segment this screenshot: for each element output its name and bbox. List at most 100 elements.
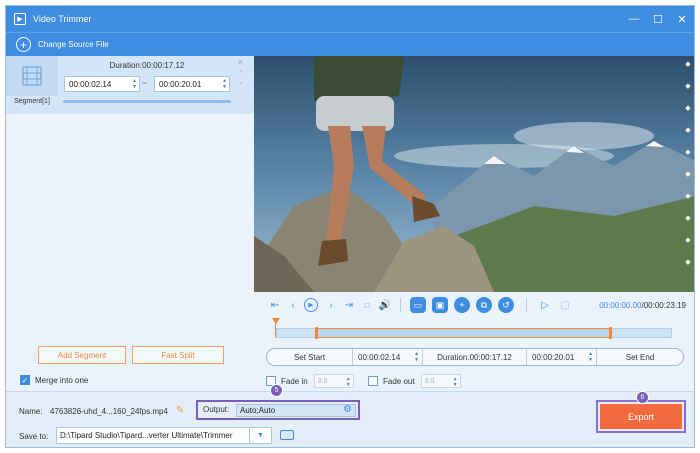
- chevron-down-icon[interactable]: ▼: [249, 428, 271, 443]
- merge-into-one-row[interactable]: ✓ Merge into one: [20, 375, 88, 385]
- segment-start-value: 00:00:02.14: [69, 79, 112, 89]
- add-segment-icon[interactable]: +: [454, 297, 470, 313]
- fade-out-stepper-icon[interactable]: ▲ ▼: [453, 376, 458, 388]
- video-trimmer-window: ▶ Video Trimmer — ☐ ✕ + Change Source Fi…: [5, 5, 695, 448]
- start-time-stepper-icon[interactable]: ▲ ▼: [414, 351, 419, 363]
- divider: [526, 298, 527, 312]
- output-settings-field[interactable]: Auto;Auto ⚙: [236, 404, 356, 417]
- file-name: 4763826-uhd_4...160_24fps.mp4: [50, 407, 168, 416]
- side-tool-icon[interactable]: ◆: [682, 258, 694, 280]
- merge-label: Merge into one: [35, 375, 89, 385]
- end-time-stepper-icon[interactable]: ▲ ▼: [588, 351, 593, 363]
- maximize-icon[interactable]: ☐: [646, 6, 670, 32]
- side-tool-icon[interactable]: ◆: [682, 148, 694, 170]
- fast-split-button[interactable]: Fast Split: [132, 346, 224, 364]
- preview-side-tools: ◆ ◆ ◆ ◆ ◆ ◆ ◆ ◆ ◆ ◆: [682, 60, 694, 280]
- toolbar: + Change Source File: [6, 32, 694, 56]
- segment-end-value: 00:00:20.01: [159, 79, 202, 89]
- merge-checkbox[interactable]: ✓: [20, 375, 30, 385]
- copy-segment-icon[interactable]: ▭: [410, 297, 426, 313]
- segment-panel: Segment[1] Duration:00:00:17.12 00:00:02…: [6, 56, 254, 391]
- set-start-button[interactable]: Set Start: [267, 349, 353, 365]
- segment-duration: Duration:00:00:17.12: [109, 61, 185, 70]
- start-stepper-icon[interactable]: ▲ ▼: [132, 78, 137, 90]
- segment-down-icon[interactable]: ⌄: [238, 78, 244, 86]
- skip-start-icon[interactable]: ⇤: [268, 298, 282, 312]
- segment-close-icon[interactable]: ✕: [237, 58, 244, 67]
- open-folder-icon[interactable]: [280, 430, 294, 440]
- range-separator: ~: [142, 78, 148, 88]
- side-tool-icon[interactable]: ◆: [682, 60, 694, 82]
- segment-item[interactable]: Segment[1] Duration:00:00:17.12 00:00:02…: [6, 56, 254, 114]
- set-end-button[interactable]: Set End: [597, 349, 683, 365]
- playhead-marker[interactable]: [272, 318, 280, 324]
- edit-name-icon[interactable]: ✎: [176, 405, 184, 416]
- fade-out-label: Fade out: [383, 376, 415, 386]
- end-time-value: 00:00:20.01: [532, 352, 575, 362]
- trim-setbar: Set Start 00:00:02.14 ▲ ▼ Duration:00:00:…: [266, 348, 684, 366]
- app-logo-icon: ▶: [14, 13, 26, 25]
- fade-out-input[interactable]: 3.0 ▲ ▼: [420, 374, 461, 388]
- stop-icon[interactable]: □: [360, 298, 374, 312]
- minimize-icon[interactable]: —: [622, 6, 646, 32]
- volume-icon[interactable]: 🔊: [378, 298, 392, 312]
- end-handle[interactable]: [609, 327, 612, 339]
- gear-icon[interactable]: ⚙: [343, 404, 352, 415]
- side-tool-icon[interactable]: ◆: [682, 192, 694, 214]
- duplicate-icon[interactable]: ⧉: [476, 297, 492, 313]
- export-frame-icon[interactable]: ▢: [558, 298, 572, 312]
- segment-up-icon[interactable]: ⌃: [238, 69, 244, 77]
- add-circle-icon[interactable]: +: [16, 37, 31, 52]
- end-time-input[interactable]: 00:00:20.01 ▲ ▼: [527, 349, 597, 365]
- snapshot-icon[interactable]: ▣: [432, 297, 448, 313]
- output-value: Auto;Auto: [240, 406, 276, 415]
- side-tool-icon[interactable]: ◆: [682, 214, 694, 236]
- output-highlight-box: Output: Auto;Auto ⚙: [196, 400, 360, 420]
- side-tool-icon[interactable]: ◆: [682, 236, 694, 258]
- fade-out-checkbox[interactable]: [368, 376, 378, 386]
- segment-thumbnail: [6, 56, 58, 96]
- side-tool-icon[interactable]: ◆: [682, 126, 694, 148]
- start-time-input[interactable]: 00:00:02.14 ▲ ▼: [353, 349, 423, 365]
- play-icon[interactable]: ▶: [304, 298, 318, 312]
- skip-end-icon[interactable]: ⇥: [342, 298, 356, 312]
- side-tool-icon[interactable]: ◆: [682, 82, 694, 104]
- play-segment-icon[interactable]: ▷: [538, 298, 552, 312]
- window-title: Video Trimmer: [33, 14, 92, 24]
- close-icon[interactable]: ✕: [670, 6, 694, 32]
- trim-controls: ⇤ ‹ ▶ › ⇥ □ 🔊 ▭ ▣ + ⧉ ↺ ▷ ▢ 00:00:00.00/…: [254, 292, 694, 391]
- segment-label: Segment[1]: [14, 98, 50, 105]
- total-time: 00:00:23.19: [643, 301, 686, 310]
- duration-display: Duration:00:00:17.12: [423, 349, 527, 365]
- add-segment-button[interactable]: Add Segment: [38, 346, 126, 364]
- video-preview: ◆ ◆ ◆ ◆ ◆ ◆ ◆ ◆ ◆ ◆: [254, 56, 694, 292]
- side-tool-icon[interactable]: ◆: [682, 170, 694, 192]
- film-icon: [22, 66, 42, 86]
- prev-frame-icon[interactable]: ‹: [286, 298, 300, 312]
- export-bar: Name: 4763826-uhd_4...160_24fps.mp4 ✎ Ou…: [6, 384, 694, 447]
- segment-start-input[interactable]: 00:00:02.14 ▲ ▼: [64, 76, 140, 92]
- selected-range[interactable]: [316, 328, 610, 338]
- segment-end-input[interactable]: 00:00:20.01 ▲ ▼: [154, 76, 230, 92]
- save-to-value: D:\Tipard Studio\Tipard...verter Ultimat…: [60, 431, 233, 440]
- step-badge: 5: [270, 384, 283, 397]
- fade-out-row: Fade out 3.0 ▲ ▼: [368, 374, 461, 388]
- fade-in-stepper-icon[interactable]: ▲ ▼: [346, 376, 351, 388]
- start-handle[interactable]: [315, 327, 318, 339]
- current-time: 00:00:00.00: [599, 301, 642, 310]
- segment-progress-bar: [63, 100, 231, 103]
- end-stepper-icon[interactable]: ▲ ▼: [222, 78, 227, 90]
- divider: [400, 298, 401, 312]
- next-frame-icon[interactable]: ›: [324, 298, 338, 312]
- change-source-button[interactable]: Change Source File: [38, 40, 109, 49]
- save-to-path[interactable]: D:\Tipard Studio\Tipard...verter Ultimat…: [56, 427, 272, 444]
- start-time-value: 00:00:02.14: [358, 352, 401, 362]
- reset-icon[interactable]: ↺: [498, 297, 514, 313]
- side-tool-icon[interactable]: ◆: [682, 104, 694, 126]
- export-button[interactable]: Export: [600, 404, 682, 429]
- playback-timecode: 00:00:00.00/00:00:23.19: [599, 301, 686, 310]
- fade-in-input[interactable]: 3.0 ▲ ▼: [313, 374, 354, 388]
- name-label: Name:: [19, 407, 43, 416]
- fade-in-value: 3.0: [317, 377, 328, 385]
- video-frame-image: [254, 56, 694, 292]
